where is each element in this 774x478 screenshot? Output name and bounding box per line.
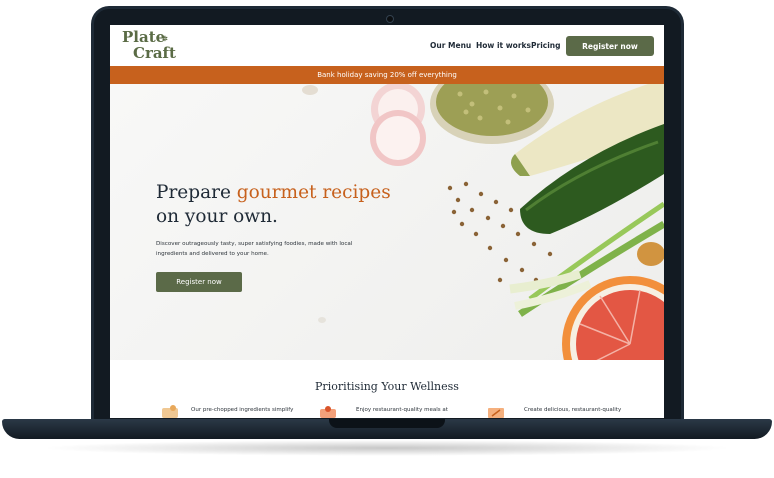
laptop-hinge-notch	[329, 419, 445, 428]
nav-register-button[interactable]: Register now	[566, 36, 654, 56]
webcam-icon	[386, 15, 394, 23]
recipe-card-icon	[488, 408, 504, 418]
browser-screen: Plate Craft ✲ Our Menu How it works Pric…	[110, 25, 664, 418]
nav-link-our-menu[interactable]: Our Menu	[430, 41, 471, 50]
wellness-section: Prioritising Your Wellness Our pre-chopp…	[110, 360, 664, 418]
laptop-shadow	[40, 440, 734, 456]
hero-title-accent: gourmet recipes	[236, 182, 391, 203]
hero-description: Discover outrageously tasty, super satis…	[156, 241, 353, 257]
promo-banner-text: Bank holiday saving 20% off everything	[317, 71, 457, 79]
nav-link-how-it-works[interactable]: How it works	[476, 41, 531, 50]
feature-text-create: Create delicious, restaurant-quality	[524, 407, 622, 413]
logo-text-craft: Craft	[133, 44, 176, 62]
wellness-section-title: Prioritising Your Wellness	[315, 380, 459, 393]
platecraft-logo[interactable]: Plate Craft ✲	[122, 29, 176, 61]
hero-register-button[interactable]: Register now	[156, 272, 242, 292]
restaurant-meal-icon	[320, 406, 336, 418]
logo-leaf-icon: ✲	[162, 34, 168, 43]
promo-banner: Bank holiday saving 20% off everything	[110, 66, 664, 84]
hero-section: Prepare gourmet recipes on your own. Dis…	[110, 84, 664, 360]
feature-text-restaurant: Enjoy restaurant-quality meals at	[356, 407, 448, 413]
hero-title-prefix: Prepare	[156, 182, 237, 203]
feature-text-ingredients: Our pre-chopped ingredients simplify	[191, 407, 294, 413]
nav-link-pricing[interactable]: Pricing	[531, 41, 561, 50]
hero-title: Prepare gourmet recipes on your own.	[156, 181, 391, 229]
hero-title-suffix: on your own.	[156, 206, 278, 227]
laptop-bezel-top	[91, 6, 684, 26]
chopping-board-icon	[162, 405, 178, 418]
top-navigation: Plate Craft ✲ Our Menu How it works Pric…	[110, 25, 664, 66]
